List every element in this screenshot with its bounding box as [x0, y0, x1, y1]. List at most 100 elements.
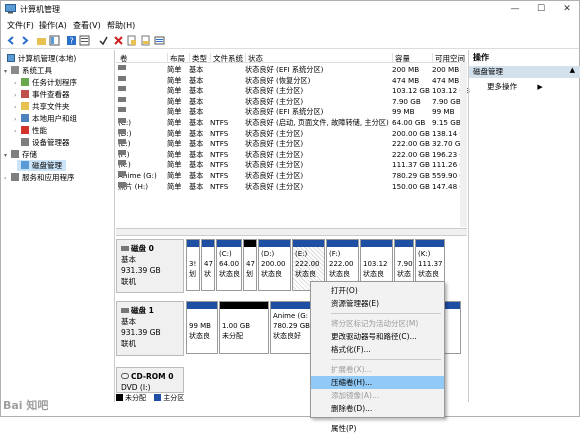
column-filesystem[interactable]: 文件系统: [210, 53, 243, 63]
context-menu-item[interactable]: 压缩卷(H)...: [311, 376, 444, 389]
chevron-right-icon[interactable]: ›: [14, 128, 21, 135]
delete-icon[interactable]: [113, 35, 124, 46]
navigation-tree: 计算机管理(本地) ▾ 系统工具 › 任务计划程序 › 事件查看器 › 共享文件夹 › 本…: [1, 50, 115, 402]
partition-text: [363, 249, 390, 259]
collapse-arrow-icon[interactable]: ▲: [570, 66, 575, 74]
pane-splitter[interactable]: [116, 228, 467, 236]
volume-row[interactable]: 简单 基本 状态良好 (恢复分区) 474 MB 474 MB: [116, 75, 467, 87]
disk-1-label[interactable]: 磁盘 1 基本 931.39 GB 联机: [116, 301, 184, 356]
new-document-icon[interactable]: [126, 35, 137, 46]
partition-type-bar: [395, 240, 413, 247]
tree-node-shared-folders[interactable]: › 共享文件夹: [14, 101, 70, 112]
volume-icon: [118, 171, 126, 176]
tree-node-disk-management[interactable]: 磁盘管理: [17, 160, 66, 171]
minimize-button[interactable]: —: [506, 2, 524, 16]
cdrom-0-label[interactable]: CD-ROM 0 DVD (I:): [116, 367, 184, 393]
tree-node-local-users-groups[interactable]: › 本地用户和组: [14, 113, 77, 124]
volume-row[interactable]: 照片 (H:) 简单 基本 NTFS 状态良好 (主分区) 150.00 GB 147.48…: [116, 181, 467, 193]
forward-icon[interactable]: [19, 35, 30, 46]
context-menu-item[interactable]: 属性(P): [311, 422, 444, 435]
column-volume[interactable]: 卷: [118, 53, 128, 63]
volume-row[interactable]: (C:) 简单基本 NTFS 状态良好 (启动, 页面文件, 故障转储, 主分区)64…: [116, 118, 467, 129]
volume-row[interactable]: (D:)简单基本NTFS状态良好 (主分区)200.00 GB138.14 G: [116, 128, 467, 140]
tree-node-performance[interactable]: › 性能: [14, 125, 47, 136]
context-menu-item[interactable]: 删除卷(D)...: [311, 402, 444, 415]
more-actions-link[interactable]: 更多操作 ▶: [487, 81, 543, 92]
partition-block[interactable]: (C:) 64.00 状态良: [216, 239, 242, 291]
volume-row[interactable]: 简单 基本 状态良好 (EFI 系统分区) 99 MB 99 MB: [116, 107, 467, 118]
disk-0-label[interactable]: 磁盘 0 基本 931.39 GB 联机: [116, 239, 184, 293]
volume-cell: 基本: [189, 75, 204, 85]
tree-node-system-tools[interactable]: ▾ 系统工具: [4, 65, 52, 76]
up-folder-icon[interactable]: [36, 35, 47, 46]
chevron-down-icon[interactable]: ▾: [4, 68, 11, 75]
chevron-right-icon[interactable]: ›: [14, 104, 21, 111]
partition-text: [204, 249, 212, 259]
partition-block[interactable]: 47 状: [201, 239, 215, 291]
volume-cell: 9.15 GB: [432, 118, 461, 127]
partition-text: 47: [246, 260, 255, 268]
volume-cell: 222.00 GB: [392, 149, 430, 159]
partition-block[interactable]: 99 MB 状态良: [186, 301, 218, 354]
chevron-right-icon[interactable]: ›: [4, 175, 11, 182]
volume-cell: 基本: [189, 96, 204, 106]
column-status[interactable]: 状态: [245, 53, 263, 63]
tree-node-device-manager[interactable]: 设备管理器: [21, 137, 70, 148]
volume-row[interactable]: (F:)简单基本NTFS状态良好 (主分区)222.00 GB196.23 G: [116, 149, 467, 161]
volume-list-scrollbar[interactable]: [460, 62, 467, 227]
volume-row[interactable]: 简单 基本 状态良好 (主分区) 103.12 GB 103.12 GB: [116, 86, 470, 97]
menu-help[interactable]: 帮助(H): [107, 20, 135, 31]
partition-block[interactable]: 1.00 GB 未分配: [219, 301, 269, 354]
volume-cell: 简单: [167, 75, 182, 85]
help-icon[interactable]: ?: [66, 35, 77, 46]
partition-block[interactable]: 47 划: [243, 239, 257, 291]
column-capacity[interactable]: 容量: [392, 53, 410, 63]
volume-row[interactable]: (E:)简单基本NTFS状态良好 (主分区)222.00 GB32.70 GB: [116, 139, 467, 150]
chevron-right-icon[interactable]: ›: [14, 92, 21, 99]
partition-text: (C:): [219, 250, 232, 258]
context-menu-item[interactable]: 打开(O): [311, 284, 444, 297]
volume-row[interactable]: (K:)简单基本NTFS状态良好 (主分区)111.37 GB111.26 G: [116, 160, 467, 171]
context-menu-item[interactable]: 资源管理器(E): [311, 297, 444, 310]
maximize-button[interactable]: ☐: [532, 2, 550, 16]
actions-section-disk-management[interactable]: 磁盘管理 ▲: [469, 66, 580, 78]
back-icon[interactable]: [6, 35, 17, 46]
tree-node-task-scheduler[interactable]: › 任务计划程序: [14, 77, 77, 88]
volume-cell: 状态良好 (恢复分区): [245, 75, 311, 85]
volume-row[interactable]: 简单 基本 状态良好 (主分区) 7.90 GB 7.90 GB: [116, 96, 467, 108]
tree-node-storage[interactable]: ▾ 存储: [4, 149, 37, 160]
menu-file[interactable]: 文件(F): [7, 20, 34, 31]
volume-row[interactable]: 简单 基本 状态良好 (EFI 系统分区) 200 MB 200 MB: [116, 65, 467, 76]
close-button[interactable]: ✕: [558, 2, 576, 16]
tree-toggle-icon[interactable]: [49, 35, 60, 46]
menu-view[interactable]: 查看(V): [73, 20, 101, 31]
volume-cell: 200 MB: [392, 65, 420, 74]
context-menu-item[interactable]: 将分区标记为活动分区(M): [311, 317, 444, 330]
properties-icon[interactable]: [79, 35, 90, 46]
tree-node-event-viewer[interactable]: › 事件查看器: [14, 89, 70, 100]
context-menu-item[interactable]: 格式化(F)...: [311, 343, 444, 356]
context-menu-item[interactable]: 扩展卷(X)...: [311, 363, 444, 376]
primary-swatch: [154, 394, 162, 401]
chevron-right-icon[interactable]: ›: [14, 116, 21, 123]
chevron-down-icon[interactable]: ▾: [4, 152, 11, 159]
column-type[interactable]: 类型: [189, 53, 207, 63]
disk-view-icon[interactable]: [154, 35, 165, 46]
context-menu-item[interactable]: 添加镜像(A)...: [311, 389, 444, 402]
menu-separator: [331, 313, 441, 314]
export-icon[interactable]: [140, 35, 151, 46]
unallocated-swatch: [116, 394, 123, 401]
chevron-right-icon[interactable]: ›: [14, 80, 21, 87]
tree-node-services-applications[interactable]: › 服务和应用程序: [4, 172, 75, 183]
partition-block[interactable]: 3! 划: [186, 239, 200, 291]
volume-cell: 状态良好 (启动, 页面文件, 故障转储, 主分区): [245, 118, 389, 127]
partition-block[interactable]: (D:) 200.00 状态良: [258, 239, 291, 291]
tree-node-computer-management[interactable]: 计算机管理(本地): [7, 53, 76, 64]
volume-row[interactable]: Anime (G:) 简单 基本 NTFS 状态良好 (主分区) 780.29 GB 559…: [116, 171, 467, 182]
context-menu-item[interactable]: 更改驱动器号和路径(C)...: [311, 330, 444, 343]
check-icon[interactable]: [98, 35, 109, 46]
partition-type-bar: [217, 240, 241, 247]
menu-action[interactable]: 操作(A): [39, 20, 67, 31]
partition-type-bar: [259, 240, 290, 247]
column-layout[interactable]: 布局: [167, 53, 185, 63]
